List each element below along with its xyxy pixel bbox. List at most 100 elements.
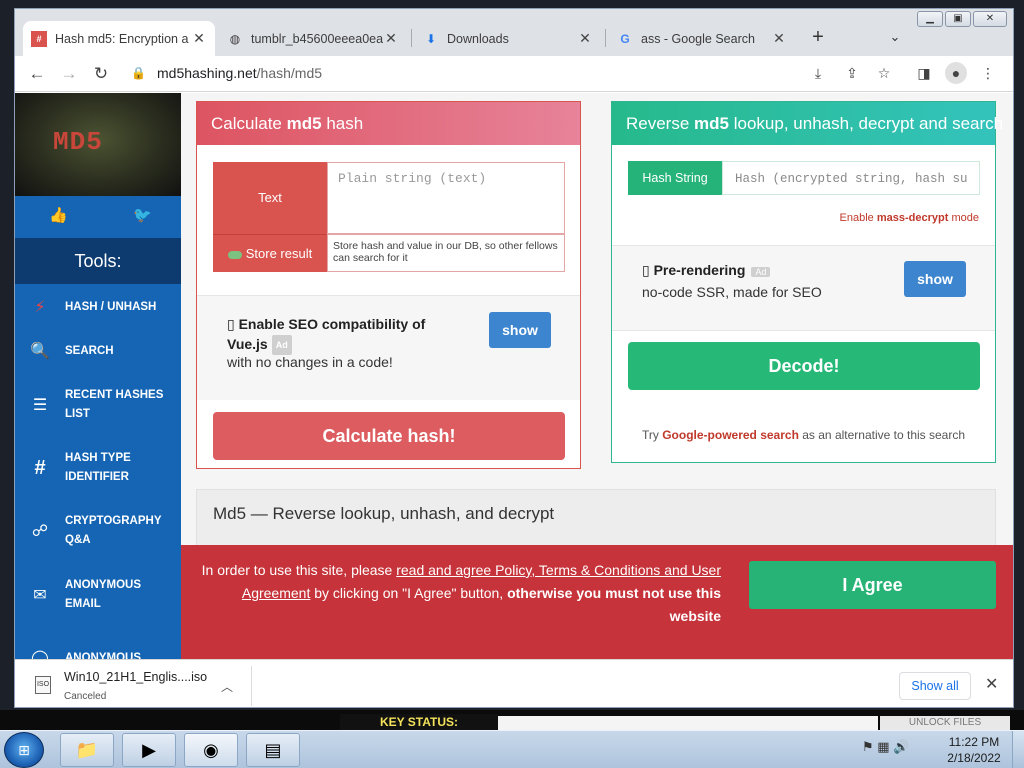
sidebar-item-label: ANONYMOUS	[65, 651, 142, 660]
google-icon: G	[620, 31, 630, 46]
chrome-icon[interactable]: ◉	[184, 733, 238, 767]
unlock-files-button[interactable]: UNLOCK FILES	[880, 716, 1010, 730]
reverse-lookup-card: Reverse md5 lookup, unhash, decrypt and …	[611, 101, 1003, 463]
site-logo[interactable]: MD5	[15, 93, 181, 196]
tab-separator	[411, 29, 412, 47]
sidebar: MD5 👍 🐦 Tools: ⚡ HASH / UNHASH 🔍 SEARCH …	[15, 93, 181, 659]
sidebar-item-anon-email[interactable]: ✉ ANONYMOUS EMAIL	[15, 565, 181, 625]
lock-icon: 🔒	[131, 66, 146, 80]
menu-kebab-icon[interactable]: ⋮	[977, 62, 999, 84]
seo-ad-title: ▯ Enable SEO compatibility of Vue.js Ad	[227, 314, 457, 356]
clock-time: 11:22 PM	[948, 735, 1000, 749]
reload-icon[interactable]: ↻	[89, 62, 113, 86]
network-icon[interactable]: ▦	[877, 739, 889, 754]
system-tray: ⚑ ▦ 🔊	[862, 739, 909, 755]
store-result-description: Store hash and value in our DB, so other…	[327, 234, 565, 272]
tab-strip: # Hash md5: Encryption a ✕ ◍ tumblr_b456…	[15, 9, 1013, 56]
document-app-icon[interactable]: ▤	[246, 733, 300, 767]
show-desktop-button[interactable]	[1012, 731, 1024, 768]
browser-window: # Hash md5: Encryption a ✕ ◍ tumblr_b456…	[14, 8, 1014, 708]
side-panel-icon[interactable]: ◨	[913, 62, 935, 84]
ad-badge: Ad	[751, 267, 771, 277]
tab-search-chevron-icon[interactable]: ⌄	[885, 25, 905, 49]
install-app-icon[interactable]: ⤓	[807, 62, 829, 84]
chevron-up-icon[interactable]: ︿	[221, 678, 233, 695]
tab-close-icon[interactable]: ✕	[383, 30, 399, 47]
close-icon[interactable]: ✕	[985, 674, 998, 694]
google-search-link[interactable]: Google-powered search	[662, 428, 799, 442]
sidebar-item-recent-hashes[interactable]: ☰ RECENT HASHES LIST	[15, 375, 181, 435]
envelope-icon: ✉	[33, 587, 47, 604]
decode-button[interactable]: Decode!	[628, 342, 980, 390]
box-icon: ▯	[227, 316, 239, 332]
consent-banner: In order to use this site, please read a…	[181, 545, 1013, 659]
sidebar-item-label: HASH / UNHASH	[65, 300, 157, 313]
list-icon: ☰	[32, 397, 48, 414]
md5-section-title: Md5 — Reverse lookup, unhash, and decryp…	[213, 504, 555, 523]
media-player-icon[interactable]: ▶	[122, 733, 176, 767]
twitter-icon[interactable]: 🐦	[133, 206, 152, 224]
sidebar-item-crypto-qa[interactable]: ☍ CRYPTOGRAPHY Q&A	[15, 501, 181, 561]
sidebar-item-label: RECENT HASHES LIST	[65, 389, 164, 420]
box-icon: ▯	[642, 262, 654, 278]
forward-arrow-icon[interactable]: →	[57, 62, 81, 86]
tab-title: Hash md5: Encryption a	[55, 31, 189, 46]
seo-show-button[interactable]: show	[489, 312, 551, 348]
clock-date: 2/18/2022	[947, 751, 1001, 765]
seo-ad-description: with no changes in a code!	[227, 354, 393, 370]
search-icon: 🔍	[30, 343, 50, 360]
back-arrow-icon[interactable]: ←	[25, 62, 49, 86]
mass-decrypt-link[interactable]: Enable mass-decrypt mode	[840, 212, 979, 224]
tab-close-icon[interactable]: ✕	[771, 30, 787, 47]
i-agree-button[interactable]: I Agree	[749, 561, 996, 609]
download-status: Canceled	[64, 691, 107, 702]
sidebar-item-hash-type[interactable]: # HASH TYPE IDENTIFIER	[15, 438, 181, 498]
logo-text: MD5	[53, 127, 103, 157]
close-window-button[interactable]: ✕	[973, 11, 1007, 27]
minimize-button[interactable]: ▁	[917, 11, 943, 27]
bookmark-star-icon[interactable]: ☆	[873, 62, 895, 84]
download-bar: ISO Win10_21H1_Englis....iso Canceled ︿ …	[15, 659, 1013, 707]
url-text: md5hashing.net/hash/md5	[157, 65, 323, 81]
tab-title: tumblr_b45600eeea0ea	[251, 31, 383, 46]
tab-google-search[interactable]: G ass - Google Search ✕	[609, 21, 795, 56]
tab-close-icon[interactable]: ✕	[577, 30, 593, 47]
text-input-label: Text	[213, 162, 327, 234]
hash-string-input[interactable]: Hash (encrypted string, hash su	[722, 161, 980, 195]
page-content: MD5 👍 🐦 Tools: ⚡ HASH / UNHASH 🔍 SEARCH …	[15, 93, 1013, 659]
clock[interactable]: 11:22 PM 2/18/2022	[942, 734, 1006, 766]
calculate-hash-button[interactable]: Calculate hash!	[213, 412, 565, 460]
start-button[interactable]: ⊞	[4, 732, 44, 768]
plain-text-input[interactable]: Plain string (text)	[327, 162, 565, 234]
sidebar-item-label: SEARCH	[65, 344, 114, 357]
store-result-toggle[interactable]: Store result	[213, 234, 327, 272]
prerendering-show-button[interactable]: show	[904, 261, 966, 297]
chat-bubble-icon: ◯	[31, 650, 49, 659]
tab-hash-md5[interactable]: # Hash md5: Encryption a ✕	[23, 21, 215, 56]
show-all-button[interactable]: Show all	[899, 672, 971, 700]
sidebar-item-search[interactable]: 🔍 SEARCH	[15, 321, 181, 381]
prerendering-ad-title: ▯ Pre-rendering Ad	[642, 262, 771, 279]
share-icon[interactable]: ⇪	[841, 62, 863, 84]
sidebar-item-label: ANONYMOUS EMAIL	[65, 579, 142, 610]
sidebar-item-anonymous[interactable]: ◯ ANONYMOUS	[15, 628, 181, 659]
google-alternative-text: Try Google-powered search as an alternat…	[641, 428, 966, 442]
new-tab-button[interactable]: +	[805, 25, 831, 51]
reverse-card-title: Reverse md5 lookup, unhash, decrypt and …	[612, 102, 1003, 145]
action-center-icon[interactable]: ⚑	[862, 739, 874, 754]
download-filename[interactable]: Win10_21H1_Englis....iso	[64, 670, 207, 684]
maximize-button[interactable]: ▣	[945, 11, 971, 27]
profile-avatar-icon[interactable]: ●	[945, 62, 967, 84]
hash-string-label: Hash String	[628, 161, 722, 195]
seo-ad-box: ▯ Enable SEO compatibility of Vue.js Ad w…	[197, 296, 580, 400]
tab-close-icon[interactable]: ✕	[191, 30, 207, 47]
thumbs-up-icon[interactable]: 👍	[49, 206, 68, 224]
volume-icon[interactable]: 🔊	[893, 739, 909, 754]
tab-downloads[interactable]: ⬇ Downloads ✕	[415, 21, 601, 56]
iso-file-icon: ISO	[35, 676, 51, 694]
key-status-field	[498, 716, 878, 730]
tab-title: Downloads	[447, 31, 509, 46]
prerendering-ad-description: no-code SSR, made for SEO	[642, 284, 822, 300]
tab-tumblr[interactable]: ◍ tumblr_b45600eeea0ea ✕	[219, 21, 407, 56]
file-explorer-icon[interactable]: 📁	[60, 733, 114, 767]
